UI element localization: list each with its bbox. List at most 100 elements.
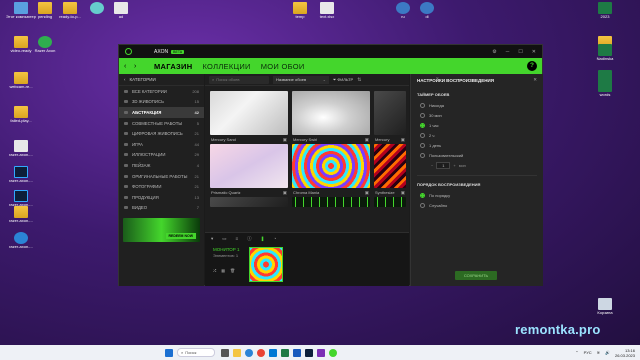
custom-interval-stepper[interactable]: − 1 + мин — [431, 162, 543, 169]
razer-axon-taskbar-icon[interactable] — [329, 348, 337, 357]
save-button[interactable]: СОХРАНИТЬ — [455, 271, 497, 280]
delete-icon[interactable]: 🗑 — [230, 268, 235, 273]
desktop-icon[interactable]: razer-axon-... — [6, 140, 36, 158]
wallpaper-tile[interactable]: Mercury ▣ — [374, 91, 406, 144]
settings-gear-icon[interactable]: ⚙ — [492, 49, 496, 55]
order-option[interactable]: Случайно — [411, 200, 543, 210]
redeem-button[interactable]: REDEEM NOW — [165, 233, 196, 240]
volume-icon[interactable]: 🔊 — [605, 350, 610, 355]
sidebar-item[interactable]: ИЛЛЮСТРАЦИИ 29 — [119, 150, 204, 161]
radio-button[interactable] — [420, 152, 425, 158]
promo-banner[interactable]: REDEEM NOW — [123, 218, 200, 243]
help-button[interactable]: ? — [527, 61, 537, 71]
wallpaper-thumbnail[interactable] — [210, 91, 288, 135]
desktop-icon[interactable]: 2023 — [590, 2, 620, 20]
timer-option[interactable]: 1 день — [411, 140, 543, 150]
timer-icon[interactable]: ◔ — [273, 236, 276, 242]
collapse-icon[interactable]: ▾ — [211, 236, 213, 242]
close-settings-icon[interactable]: ✕ — [533, 77, 537, 83]
desktop-icon[interactable]: text.xlsx — [312, 2, 342, 20]
desktop-icon[interactable]: words — [590, 80, 620, 98]
sort-dropdown[interactable]: Название обоев ⌄ — [273, 75, 329, 84]
shuffle-icon[interactable]: ⤮ — [213, 268, 216, 273]
desktop-icon[interactable]: razer-axon-... — [6, 190, 36, 208]
radio-button[interactable] — [420, 132, 425, 138]
desktop-icon[interactable]: temp — [285, 2, 315, 20]
taskbar-search[interactable]: ⌕ Поиск — [177, 348, 215, 357]
wallpaper-thumbnail[interactable] — [292, 91, 370, 135]
file-explorer-icon[interactable] — [233, 348, 241, 357]
desktop-icon[interactable]: Корзина — [590, 298, 620, 316]
wallpaper-tile[interactable]: Mercury Sand ▣ — [210, 91, 288, 144]
wallpaper-tile[interactable]: Chroma Mania ▣ — [292, 144, 370, 197]
edge-icon[interactable] — [245, 348, 253, 357]
maximize-button[interactable]: ☐ — [518, 49, 522, 55]
sort-order-icon[interactable]: ⇅ — [357, 77, 361, 83]
radio-button[interactable] — [420, 202, 425, 208]
increment-button[interactable]: + — [453, 163, 455, 168]
sidebar-header[interactable]: ‹ КАТЕГОРИИ — [119, 74, 204, 86]
sidebar-item[interactable]: ОРИГИНАЛЬНЫЕ РАБОТЫ 21 — [119, 171, 204, 182]
active-wallpaper-thumbnail[interactable] — [249, 247, 283, 282]
task-view-icon[interactable] — [221, 348, 229, 357]
wallpaper-tile[interactable] — [210, 197, 288, 207]
language-indicator[interactable]: РУС — [584, 350, 592, 355]
sidebar-item[interactable]: ВИДЕО 7 — [119, 203, 204, 214]
desktop-icon[interactable]: Razer Axon — [30, 36, 60, 54]
monitor-icon[interactable]: ▭ — [222, 236, 226, 242]
back-button[interactable]: ‹ — [124, 63, 134, 70]
chevron-up-icon[interactable]: ⌃ — [575, 350, 578, 355]
radio-button[interactable] — [420, 112, 425, 118]
wallpaper-thumbnail[interactable] — [292, 144, 370, 188]
wallpaper-tile[interactable]: Prismatic Quartz ▣ — [210, 144, 288, 197]
wallpaper-thumbnail[interactable] — [210, 144, 288, 188]
radio-button[interactable] — [420, 122, 425, 128]
chrome-icon[interactable] — [257, 348, 265, 357]
desktop-icon[interactable]: ad — [106, 2, 136, 20]
wallpaper-thumbnail[interactable] — [374, 197, 406, 207]
tab-store[interactable]: МАГАЗИН — [154, 62, 192, 71]
desktop-icon[interactable]: failed-play... — [6, 106, 36, 124]
decrement-button[interactable]: − — [431, 163, 433, 168]
sidebar-item[interactable]: ПЕЙЗАЖ 4 — [119, 160, 204, 171]
wallpaper-tile[interactable]: Synthesize ▣ — [374, 144, 406, 197]
sidebar-item[interactable]: 3D ЖИВОПИСЬ 15 — [119, 97, 204, 108]
filter-button[interactable]: ⏷ ФИЛЬТР — [333, 77, 353, 82]
tab-my-wallpapers[interactable]: МОИ ОБОИ — [261, 62, 305, 71]
timer-option[interactable]: 30 мин — [411, 110, 543, 120]
wifi-icon[interactable]: ≋ — [597, 350, 600, 355]
order-option[interactable]: По порядку — [411, 190, 543, 200]
vscode-icon[interactable] — [317, 348, 325, 357]
desktop-icon[interactable]: ready-to-p... — [55, 2, 85, 20]
close-button[interactable]: ✕ — [532, 49, 536, 55]
clock[interactable]: 13:16 26.03.2023 — [615, 348, 635, 358]
minimize-button[interactable]: ─ — [506, 49, 510, 55]
wallpaper-thumbnail[interactable] — [374, 91, 406, 135]
pause-icon[interactable]: ❚ — [261, 236, 265, 242]
timer-option[interactable]: Никогда — [411, 100, 543, 110]
sidebar-item[interactable]: ИГРА 44 — [119, 139, 204, 150]
wallpaper-tile[interactable] — [374, 197, 406, 207]
start-icon[interactable] — [165, 348, 173, 357]
radio-button[interactable] — [420, 192, 425, 198]
search-input[interactable]: ⌕ Поиск обоев — [209, 75, 269, 84]
timer-option[interactable]: 1 час — [411, 120, 543, 130]
sidebar-item[interactable]: ВСЕ КАТЕГОРИИ 208 — [119, 86, 204, 97]
forward-button[interactable]: › — [134, 63, 144, 70]
grid-icon[interactable]: ▦ — [221, 268, 225, 273]
desktop-icon[interactable]: razer-axon-... — [6, 166, 36, 184]
sidebar-item[interactable]: АБСТРАКЦИЯ 42 — [119, 107, 204, 118]
photoshop-icon[interactable] — [305, 348, 313, 357]
store-icon[interactable] — [269, 348, 277, 357]
wallpaper-tile[interactable]: Mercury Swirl ▣ — [292, 91, 370, 144]
sidebar-item[interactable]: ЦИФРОВАЯ ЖИВОПИСЬ 21 — [119, 128, 204, 139]
sidebar-item[interactable]: СОВМЕСТНЫЕ РАБОТЫ 5 — [119, 118, 204, 129]
wallpaper-tile[interactable] — [292, 197, 370, 207]
wallpaper-thumbnail[interactable] — [210, 197, 288, 207]
word-icon[interactable] — [293, 348, 301, 357]
sidebar-item[interactable]: ПРОДУКЦИЯ 13 — [119, 192, 204, 203]
excel-icon[interactable] — [281, 348, 289, 357]
desktop-icon[interactable]: webcam-re... — [6, 72, 36, 90]
timer-option[interactable]: Пользовательский — [411, 150, 543, 160]
desktop-icon[interactable]: Nadinska — [590, 44, 620, 62]
